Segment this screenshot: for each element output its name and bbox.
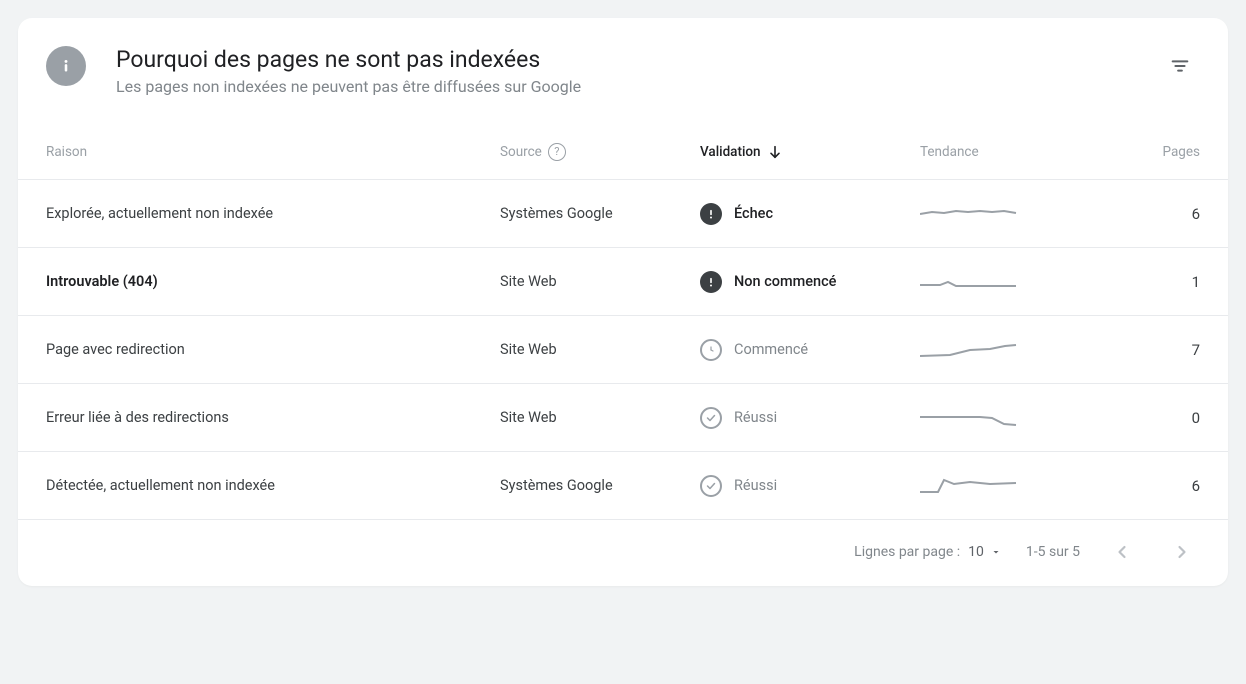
chevron-right-icon [1172,542,1192,562]
validation-label: Non commencé [734,273,836,290]
column-header-source[interactable]: Source ? [500,143,700,161]
column-header-validation-label: Validation [700,144,761,160]
sparkline [920,336,1020,364]
cell-trend [920,404,1100,432]
table-row[interactable]: Détectée, actuellement non indexéeSystèm… [18,452,1228,520]
table-row[interactable]: Erreur liée à des redirectionsSite Web Ré… [18,384,1228,452]
sparkline [920,200,1020,228]
validation-label: Réussi [734,477,777,494]
cell-reason: Explorée, actuellement non indexée [46,205,500,222]
validation-label: Échec [734,205,773,222]
sparkline [920,404,1020,432]
table-header-row: Raison Source ? Validation Tendance Page… [18,124,1228,180]
cell-trend [920,200,1100,228]
filter-icon [1169,55,1191,77]
card-subtitle: Les pages non indexées ne peuvent pas êt… [116,77,1160,96]
check-icon [700,475,722,497]
cell-source: Site Web [500,409,700,426]
rows-per-page: Lignes par page : 10 [854,544,1002,560]
filter-button[interactable] [1160,46,1200,86]
column-header-pages[interactable]: Pages [1100,144,1200,160]
cell-reason: Erreur liée à des redirections [46,409,500,426]
cell-reason: Page avec redirection [46,341,500,358]
chevron-left-icon [1112,542,1132,562]
info-icon [46,46,86,86]
check-icon [700,407,722,429]
sparkline [920,268,1020,296]
column-header-trend[interactable]: Tendance [920,144,1100,160]
cell-source: Systèmes Google [500,477,700,494]
table-row[interactable]: Page avec redirectionSite Web Commencé 7 [18,316,1228,384]
header-text: Pourquoi des pages ne sont pas indexées … [116,46,1160,96]
table-row[interactable]: Introuvable (404)Site Web Non commencé 1 [18,248,1228,316]
cell-reason: Détectée, actuellement non indexée [46,477,500,494]
table-row[interactable]: Explorée, actuellement non indexéeSystèm… [18,180,1228,248]
exclaim-icon [700,271,722,293]
sparkline [920,472,1020,500]
next-page-button[interactable] [1164,534,1200,570]
clock-icon [700,339,722,361]
prev-page-button[interactable] [1104,534,1140,570]
card-title: Pourquoi des pages ne sont pas indexées [116,46,1160,73]
cell-validation: Réussi [700,475,920,497]
caret-down-icon [990,546,1002,558]
cell-trend [920,472,1100,500]
pagination-range: 1-5 sur 5 [1026,544,1080,560]
cell-trend [920,336,1100,364]
cell-source: Systèmes Google [500,205,700,222]
rows-per-page-label: Lignes par page : [854,544,960,560]
cell-reason: Introuvable (404) [46,273,500,290]
rows-per-page-select[interactable]: 10 [968,544,1002,560]
column-header-source-label: Source [500,144,542,160]
cell-source: Site Web [500,341,700,358]
validation-label: Commencé [734,341,808,358]
card-header: Pourquoi des pages ne sont pas indexées … [18,46,1228,124]
cell-source: Site Web [500,273,700,290]
cell-pages: 1 [1100,273,1200,291]
help-icon[interactable]: ? [548,143,566,161]
validation-label: Réussi [734,409,777,426]
cell-pages: 0 [1100,409,1200,427]
cell-pages: 6 [1100,477,1200,495]
rows-per-page-value: 10 [968,544,984,560]
cell-trend [920,268,1100,296]
cell-validation: Non commencé [700,271,920,293]
column-header-validation[interactable]: Validation [700,144,920,160]
cell-pages: 7 [1100,341,1200,359]
cell-validation: Réussi [700,407,920,429]
exclaim-icon [700,203,722,225]
cell-validation: Échec [700,203,920,225]
cell-validation: Commencé [700,339,920,361]
cell-pages: 6 [1100,205,1200,223]
indexing-reasons-card: Pourquoi des pages ne sont pas indexées … [18,18,1228,586]
pagination: Lignes par page : 10 1-5 sur 5 [18,520,1228,570]
column-header-reason[interactable]: Raison [46,144,500,160]
arrow-down-icon [767,144,783,160]
